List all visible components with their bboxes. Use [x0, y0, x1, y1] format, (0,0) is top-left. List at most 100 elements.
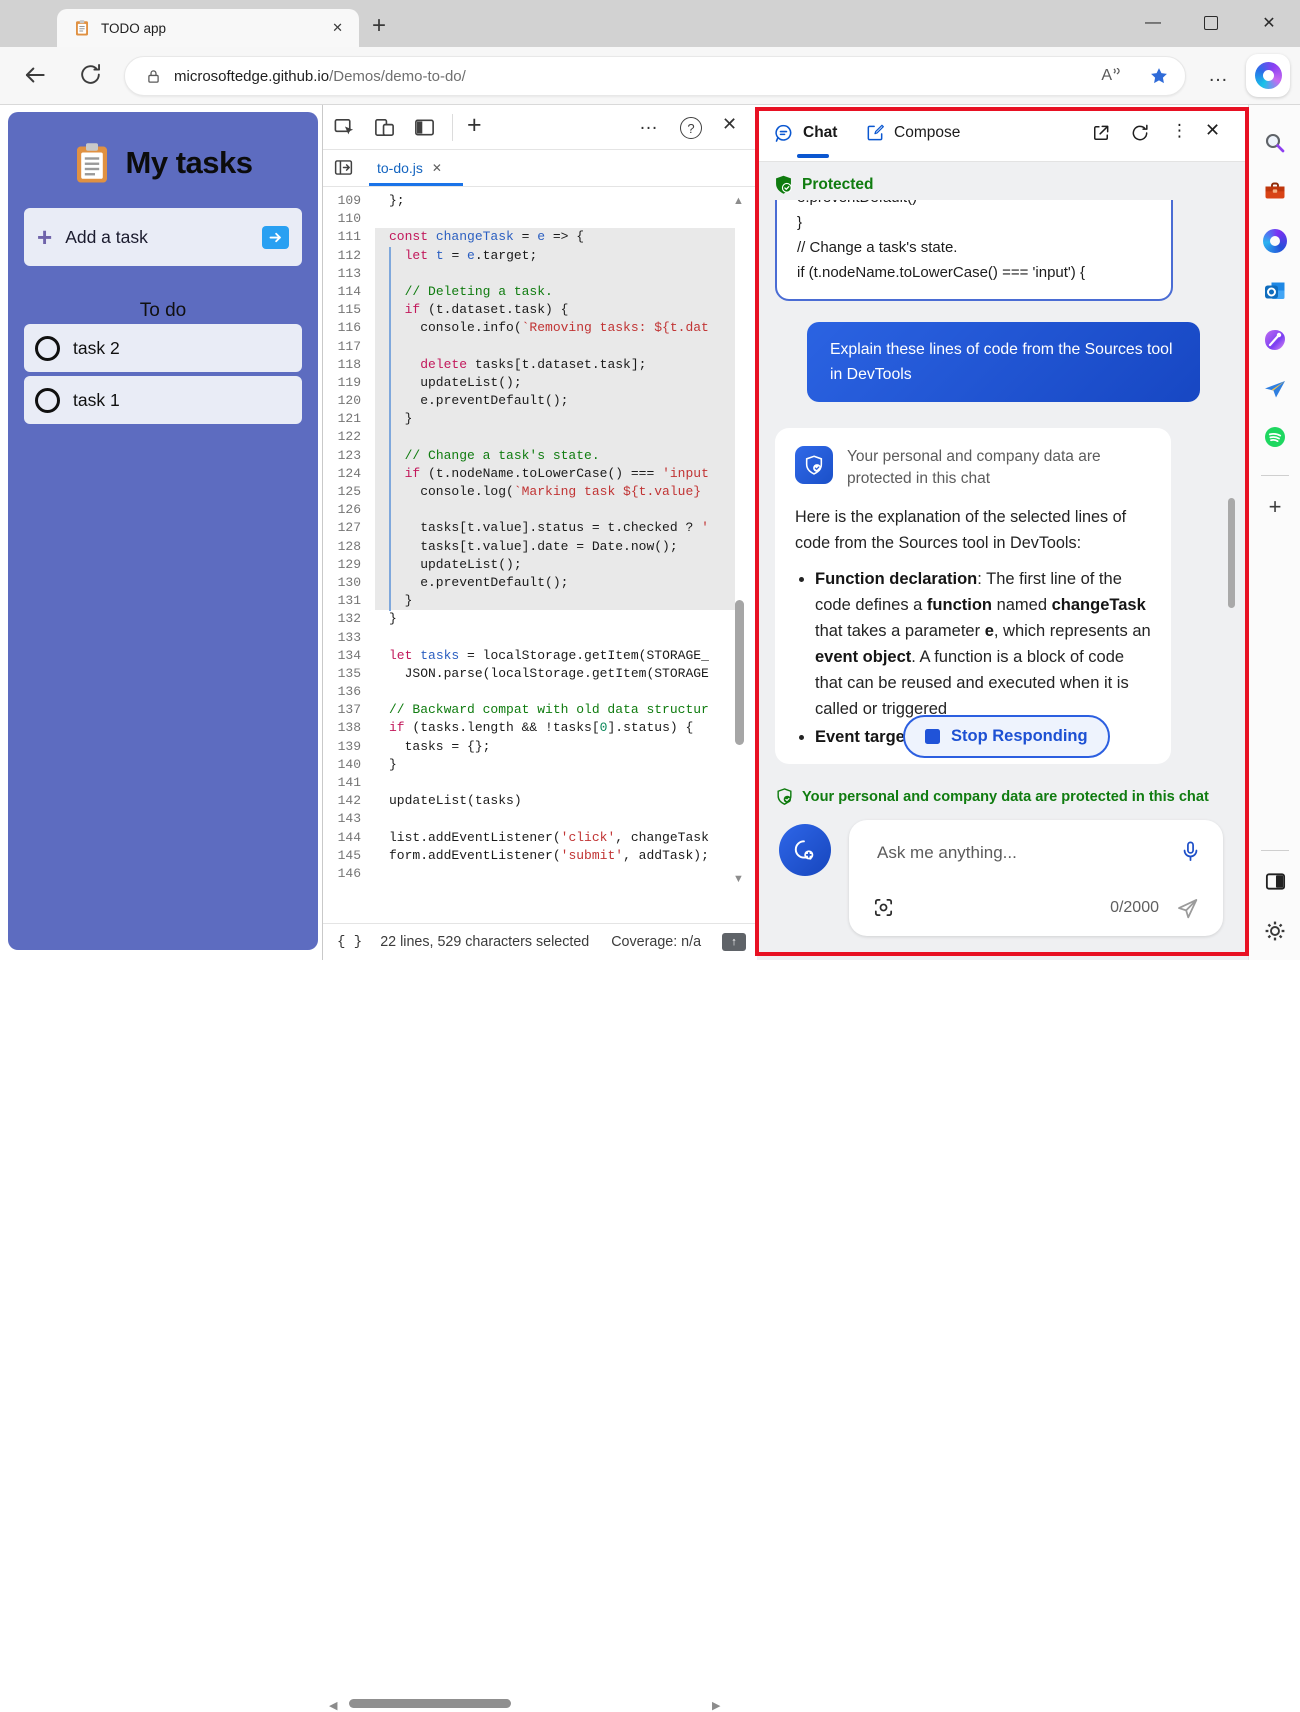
copilot-scrollbar-thumb[interactable] [1228, 498, 1235, 608]
code-line[interactable]: 113 [323, 265, 735, 283]
code-line[interactable]: 119 updateList(); [323, 374, 735, 392]
code-line[interactable]: 115 if (t.dataset.task) { [323, 301, 735, 319]
copilot-toolbar-button[interactable] [1246, 54, 1290, 97]
spotify-icon[interactable] [1263, 425, 1287, 449]
line-number[interactable]: 140 [323, 756, 375, 774]
line-number[interactable]: 133 [323, 629, 375, 647]
horizontal-scrollbar-thumb[interactable] [349, 1699, 511, 1708]
code-line[interactable]: 125 console.log(`Marking task ${t.value} [323, 483, 735, 501]
settings-gear-icon[interactable] [1263, 919, 1287, 943]
device-emulation-icon[interactable] [373, 116, 396, 139]
todo-task-row[interactable]: task 2 [24, 324, 302, 372]
copilot-input-card[interactable]: 0/2000 [849, 820, 1223, 936]
rail-add-icon[interactable]: + [1263, 495, 1287, 519]
code-line[interactable]: 134let tasks = localStorage.getItem(STOR… [323, 647, 735, 665]
line-number[interactable]: 142 [323, 792, 375, 810]
line-number[interactable]: 120 [323, 392, 375, 410]
code-line[interactable]: 129 updateList(); [323, 556, 735, 574]
designer-icon[interactable] [1263, 328, 1287, 352]
code-line[interactable]: 140} [323, 756, 735, 774]
code-line[interactable]: 118 delete tasks[t.dataset.task]; [323, 356, 735, 374]
line-number[interactable]: 128 [323, 538, 375, 556]
new-tab-button[interactable]: + [372, 12, 386, 40]
code-line[interactable]: 133 [323, 629, 735, 647]
line-number[interactable]: 144 [323, 829, 375, 847]
copilot-close-icon[interactable]: ✕ [1205, 120, 1220, 141]
window-close-button[interactable]: ✕ [1247, 6, 1291, 40]
code-line[interactable]: 137// Backward compat with old data stru… [323, 701, 735, 719]
line-number[interactable]: 119 [323, 374, 375, 392]
line-number[interactable]: 116 [323, 319, 375, 337]
scroll-left-arrow[interactable]: ◀ [329, 1699, 337, 1712]
new-topic-button[interactable] [779, 824, 831, 876]
line-number[interactable]: 131 [323, 592, 375, 610]
line-number[interactable]: 121 [323, 410, 375, 428]
search-icon[interactable] [1263, 131, 1287, 155]
file-tab-to-do-js[interactable]: to-do.js ✕ [369, 150, 450, 186]
line-number[interactable]: 111 [323, 228, 375, 246]
code-line[interactable]: 117 [323, 338, 735, 356]
line-number[interactable]: 114 [323, 283, 375, 301]
tab-close-icon[interactable]: ✕ [328, 18, 347, 38]
tab-compose[interactable]: Compose [865, 105, 960, 161]
code-line[interactable]: 123 // Change a task's state. [323, 447, 735, 465]
code-line[interactable]: 132} [323, 610, 735, 628]
line-number[interactable]: 127 [323, 519, 375, 537]
site-lock-icon[interactable] [145, 68, 162, 85]
code-line[interactable]: 114 // Deleting a task. [323, 283, 735, 301]
drop-icon[interactable] [1263, 377, 1287, 401]
code-line[interactable]: 111const changeTask = e => { [323, 228, 735, 246]
code-line[interactable]: 121 } [323, 410, 735, 428]
ask-input[interactable] [875, 842, 1149, 864]
code-line[interactable]: 143 [323, 810, 735, 828]
sidebar-panel-icon[interactable] [1263, 869, 1287, 893]
code-line[interactable]: 120 e.preventDefault(); [323, 392, 735, 410]
inspect-element-icon[interactable] [333, 116, 356, 139]
window-maximize-button[interactable] [1189, 6, 1233, 40]
devtools-menu-icon[interactable]: … [639, 113, 659, 135]
line-number[interactable]: 118 [323, 356, 375, 374]
line-number[interactable]: 138 [323, 719, 375, 737]
url-text[interactable]: microsoftedge.github.io/Demos/demo-to-do… [174, 68, 1101, 85]
line-number[interactable]: 132 [323, 610, 375, 628]
line-number[interactable]: 112 [323, 247, 375, 265]
dock-layout-icon[interactable] [413, 116, 436, 139]
code-line[interactable]: 110 [323, 210, 735, 228]
code-line[interactable]: 126 [323, 501, 735, 519]
microsoft-365-icon[interactable] [1263, 229, 1287, 253]
line-number[interactable]: 124 [323, 465, 375, 483]
read-aloud-icon[interactable]: A [1101, 68, 1121, 84]
code-line[interactable]: 128 tasks[t.value].date = Date.now(); [323, 538, 735, 556]
line-number[interactable]: 134 [323, 647, 375, 665]
favorite-star-icon[interactable] [1149, 66, 1169, 86]
open-in-window-icon[interactable] [1091, 123, 1111, 143]
pretty-print-icon[interactable]: { } [337, 934, 362, 950]
stop-responding-button[interactable]: Stop Responding [903, 715, 1110, 758]
code-line[interactable]: 146 [323, 865, 735, 883]
code-line[interactable]: 144list.addEventListener('click', change… [323, 829, 735, 847]
back-button[interactable] [22, 62, 48, 88]
code-line[interactable]: 139 tasks = {}; [323, 738, 735, 756]
browser-menu-icon[interactable]: … [1208, 64, 1229, 87]
vertical-scrollbar-thumb[interactable] [735, 600, 744, 745]
line-number[interactable]: 117 [323, 338, 375, 356]
screenshot-capture-icon[interactable] [872, 896, 895, 919]
code-line[interactable]: 138if (tasks.length && !tasks[0].status)… [323, 719, 735, 737]
scroll-up-arrow[interactable]: ▲ [733, 195, 744, 207]
code-line[interactable]: 131 } [323, 592, 735, 610]
line-number[interactable]: 123 [323, 447, 375, 465]
code-line[interactable]: 141 [323, 774, 735, 792]
line-number[interactable]: 139 [323, 738, 375, 756]
code-line[interactable]: 130 e.preventDefault(); [323, 574, 735, 592]
line-number[interactable]: 136 [323, 683, 375, 701]
line-number[interactable]: 130 [323, 574, 375, 592]
devtools-add-tool-button[interactable]: + [467, 111, 482, 140]
send-icon[interactable] [1175, 896, 1200, 921]
toggle-navigator-icon[interactable] [333, 157, 354, 178]
tab-chat[interactable]: Chat [773, 105, 837, 161]
line-number[interactable]: 125 [323, 483, 375, 501]
line-number[interactable]: 126 [323, 501, 375, 519]
line-number[interactable]: 113 [323, 265, 375, 283]
outlook-icon[interactable] [1263, 279, 1287, 303]
line-number[interactable]: 135 [323, 665, 375, 683]
